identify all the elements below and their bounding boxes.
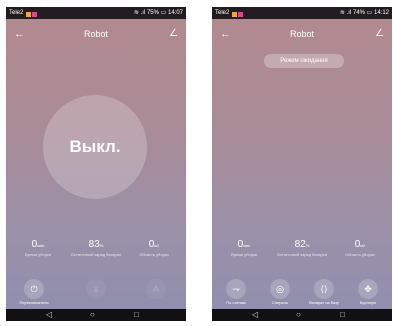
edit-icon[interactable]: ∠	[169, 27, 178, 41]
timer-icon: ⧖	[86, 279, 106, 299]
return-dock-button[interactable]: ⟨⟩ Возврат на базу	[302, 279, 346, 307]
nav-recent-icon[interactable]: □	[340, 309, 345, 321]
action-bar: ⇁ По стенам ◎ Спираль ⟨⟩ Возврат на базу…	[212, 279, 392, 309]
stat-unit: %	[99, 243, 104, 248]
battery-icon: ▭	[366, 10, 373, 16]
battery-percent: 74%	[352, 10, 365, 16]
power-button[interactable]: ⏻ Переключатель	[12, 279, 56, 307]
page-title: Robot	[83, 29, 109, 39]
action-bar: ⏻ Переключатель ⧖ A	[6, 279, 186, 309]
stat-label: Область уборки	[345, 252, 375, 257]
stat-value: 83	[88, 239, 100, 250]
clock: 14:12	[373, 10, 389, 16]
stat-battery: 82% Остаточный заряд батареи	[274, 239, 330, 257]
status-bar: Tele2 ≋ .ıl 74% ▭ 14:12	[212, 7, 392, 19]
nav-home-icon[interactable]: ○	[296, 309, 301, 321]
status-bar: Tele2 ≋ .ıl 75% ▭ 14:07	[6, 7, 186, 19]
stat-unit: м2	[360, 243, 366, 248]
phone-screen-off: Tele2 ≋ .ıl 75% ▭ 14:07 ← Robot ∠ Выкл. …	[6, 7, 186, 321]
battery-percent: 75%	[146, 10, 159, 16]
action-label: Переключатель	[19, 300, 49, 305]
stat-label: Область уборки	[139, 252, 169, 257]
action-label: Спираль	[271, 300, 289, 305]
manual-control-icon: ✥	[358, 279, 378, 299]
timer-button[interactable]: ⧖	[74, 279, 118, 299]
stat-unit: %	[305, 243, 310, 248]
clock: 14:07	[167, 10, 183, 16]
action-label: По стенам	[226, 300, 246, 305]
spiral-button[interactable]: ◎ Спираль	[258, 279, 302, 307]
status-right: ≋ .ıl 75% ▭ 14:07	[134, 7, 183, 19]
stat-clean-area: 0м2 Область уборки	[332, 239, 388, 257]
stat-unit: мин	[37, 243, 45, 248]
notification-icons	[26, 10, 38, 22]
title-bar: ← Robot ∠	[6, 27, 186, 41]
auto-mode-icon: A	[146, 279, 166, 299]
nav-home-icon[interactable]: ○	[90, 309, 95, 321]
stat-unit: мин	[243, 243, 251, 248]
stat-battery: 83% Остаточный заряд батареи	[68, 239, 124, 257]
nav-back-icon[interactable]: ◁	[252, 309, 258, 321]
carrier-label: Tele2	[9, 10, 24, 16]
notification-icons	[232, 10, 244, 22]
stat-label: Остаточный заряд батареи	[276, 252, 328, 257]
return-dock-icon: ⟨⟩	[314, 279, 334, 299]
notification-app-icon	[26, 12, 31, 17]
stat-label: Остаточный заряд батареи	[70, 252, 122, 257]
power-state-circle[interactable]: Выкл.	[43, 95, 147, 199]
stat-unit: м2	[154, 243, 160, 248]
stat-value: 82	[294, 239, 306, 250]
wall-follow-button[interactable]: ⇁ По стенам	[214, 279, 258, 307]
power-icon: ⏻	[24, 279, 44, 299]
auto-mode-button[interactable]: A	[134, 279, 178, 299]
title-bar: ← Robot ∠	[212, 27, 392, 41]
stats-row: 0мин Время уборки 83% Остаточный заряд б…	[6, 239, 186, 267]
notification-app-icon	[232, 12, 237, 17]
action-label: Возврат на базу	[309, 300, 339, 305]
stat-clean-area: 0м2 Область уборки	[126, 239, 182, 257]
notification-app-icon	[32, 12, 37, 17]
mode-badge: Режим ожидания	[264, 54, 344, 68]
carrier-label: Tele2	[215, 10, 230, 16]
stat-label: Время уборки	[25, 252, 51, 257]
stat-clean-time: 0мин Время уборки	[10, 239, 66, 257]
page-title: Robot	[289, 29, 315, 39]
spiral-icon: ◎	[270, 279, 290, 299]
system-nav-bar: ◁ ○ □	[212, 309, 392, 321]
stat-clean-time: 0мин Время уборки	[216, 239, 272, 257]
status-right: ≋ .ıl 74% ▭ 14:12	[340, 7, 389, 19]
wall-follow-icon: ⇁	[226, 279, 246, 299]
edit-icon[interactable]: ∠	[375, 27, 384, 41]
battery-icon: ▭	[160, 10, 167, 16]
stats-row: 0мин Время уборки 82% Остаточный заряд б…	[212, 239, 392, 267]
notification-app-icon	[238, 12, 243, 17]
phone-screen-standby: Tele2 ≋ .ıl 74% ▭ 14:12 ← Robot ∠ Режим …	[212, 7, 392, 321]
nav-back-icon[interactable]: ◁	[46, 309, 52, 321]
signal-icon: ≋ .ıl	[339, 10, 352, 16]
signal-icon: ≋ .ıl	[133, 10, 146, 16]
system-nav-bar: ◁ ○ □	[6, 309, 186, 321]
stat-label: Время уборки	[231, 252, 257, 257]
manual-control-button[interactable]: ✥ Вручную	[346, 279, 390, 307]
action-label: Вручную	[359, 300, 377, 305]
nav-recent-icon[interactable]: □	[134, 309, 139, 321]
